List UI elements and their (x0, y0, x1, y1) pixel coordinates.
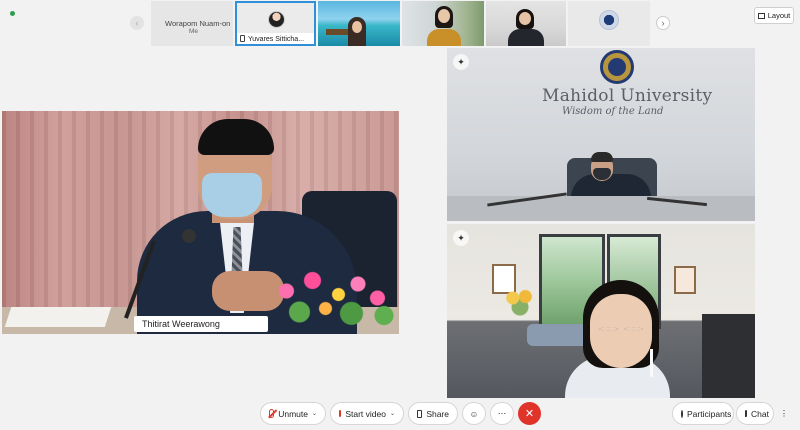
chat-icon (745, 410, 747, 417)
room-sign-motto: Wisdom of the Land (562, 106, 664, 117)
main-speaker-video[interactable]: Thitirat Weerawong (2, 111, 399, 334)
participants-button[interactable]: Participants (672, 402, 734, 425)
chevron-down-icon[interactable]: ⌄ (312, 410, 317, 417)
share-button[interactable]: Share (408, 402, 458, 425)
start-video-button[interactable]: Start video ⌄ (330, 402, 404, 425)
unmute-button[interactable]: Unmute ⌄ (260, 402, 326, 425)
participant-name: Yuvares Sitticha... (248, 36, 305, 43)
avatar (599, 10, 619, 30)
room-sign-title: Mahidol University (542, 86, 713, 106)
layout-label: Layout (767, 11, 791, 20)
chat-button[interactable]: Chat (736, 402, 774, 425)
leave-icon: ✕ (524, 408, 535, 420)
microphone-off-icon (269, 409, 275, 418)
participant-video-tile[interactable]: Mahidol University Wisdom of the Land ✦ (447, 48, 755, 221)
chevron-down-icon[interactable]: ⌄ (390, 410, 395, 417)
start-video-label: Start video (345, 408, 386, 419)
chevron-left-icon[interactable]: ‹ (130, 16, 144, 30)
speaker-name-label: Thitirat Weerawong (134, 316, 268, 332)
pin-icon[interactable]: ✦ (453, 230, 469, 246)
microphone-icon (240, 35, 245, 42)
video-off-icon (339, 410, 342, 417)
chat-label: Chat (751, 408, 769, 419)
connection-status-dot (10, 11, 15, 16)
participant-self-label: Me (189, 28, 199, 35)
reactions-button[interactable]: ☺ (462, 402, 486, 425)
participant-thumbnail-active[interactable]: Yuvares Sitticha... (235, 1, 316, 46)
share-label: Share (426, 408, 449, 419)
pin-icon[interactable]: ✦ (453, 54, 469, 70)
more-icon: ⋯ (497, 408, 507, 418)
participants-icon (681, 409, 683, 418)
chevron-right-icon[interactable]: › (656, 16, 670, 30)
layout-icon (757, 12, 765, 19)
participant-thumbnail[interactable]: Worapom Nuam-on Me (151, 1, 233, 46)
participants-label: Participants (687, 408, 732, 419)
layout-button[interactable]: Layout (754, 7, 794, 24)
options-button[interactable]: ⋮ (776, 402, 792, 425)
more-button[interactable]: ⋯ (490, 402, 514, 425)
unmute-label: Unmute (278, 408, 308, 419)
avatar (268, 11, 285, 28)
participant-video-tile[interactable]: ✦ (447, 224, 755, 398)
participant-thumbnail[interactable] (568, 1, 650, 46)
share-icon (417, 409, 423, 418)
participant-name: Worapom Nuam-on (165, 19, 231, 28)
participant-video-thumbnail[interactable] (402, 1, 484, 46)
participant-video-thumbnail[interactable] (486, 1, 566, 46)
participant-video-thumbnail[interactable] (318, 1, 400, 46)
reactions-icon: ☺ (469, 408, 479, 419)
more-vertical-icon: ⋮ (779, 408, 789, 418)
leave-button[interactable]: ✕ (518, 402, 541, 425)
